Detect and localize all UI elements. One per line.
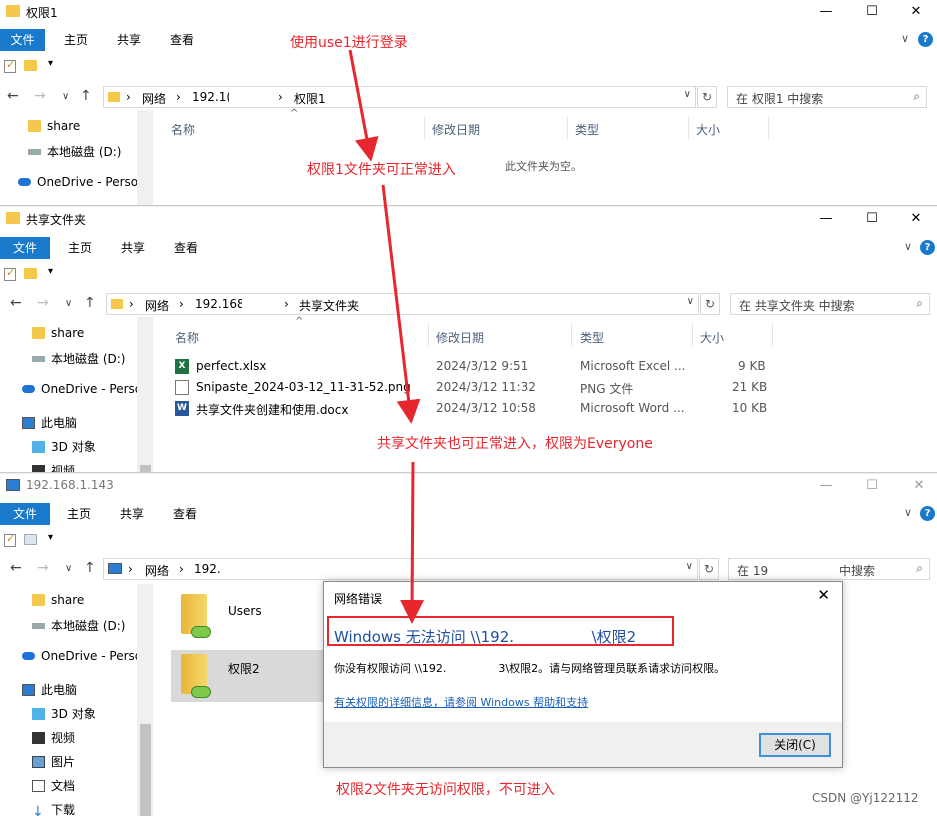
annotation-login: 使用use1进行登录 [290,35,408,51]
annotation-permission1: 权限1文件夹可正常进入 [307,162,456,178]
watermark: CSDN @Yj122112 [812,791,919,805]
annotation-permission2: 权限2文件夹无访问权限，不可进入 [336,782,555,798]
annotation-arrow [348,49,379,162]
annotation-arrows [348,49,425,624]
annotation-arrow [400,461,425,624]
annotation-arrow [381,184,421,424]
annotation-shared-folder: 共享文件夹也可正常进入，权限为Everyone [377,436,653,452]
